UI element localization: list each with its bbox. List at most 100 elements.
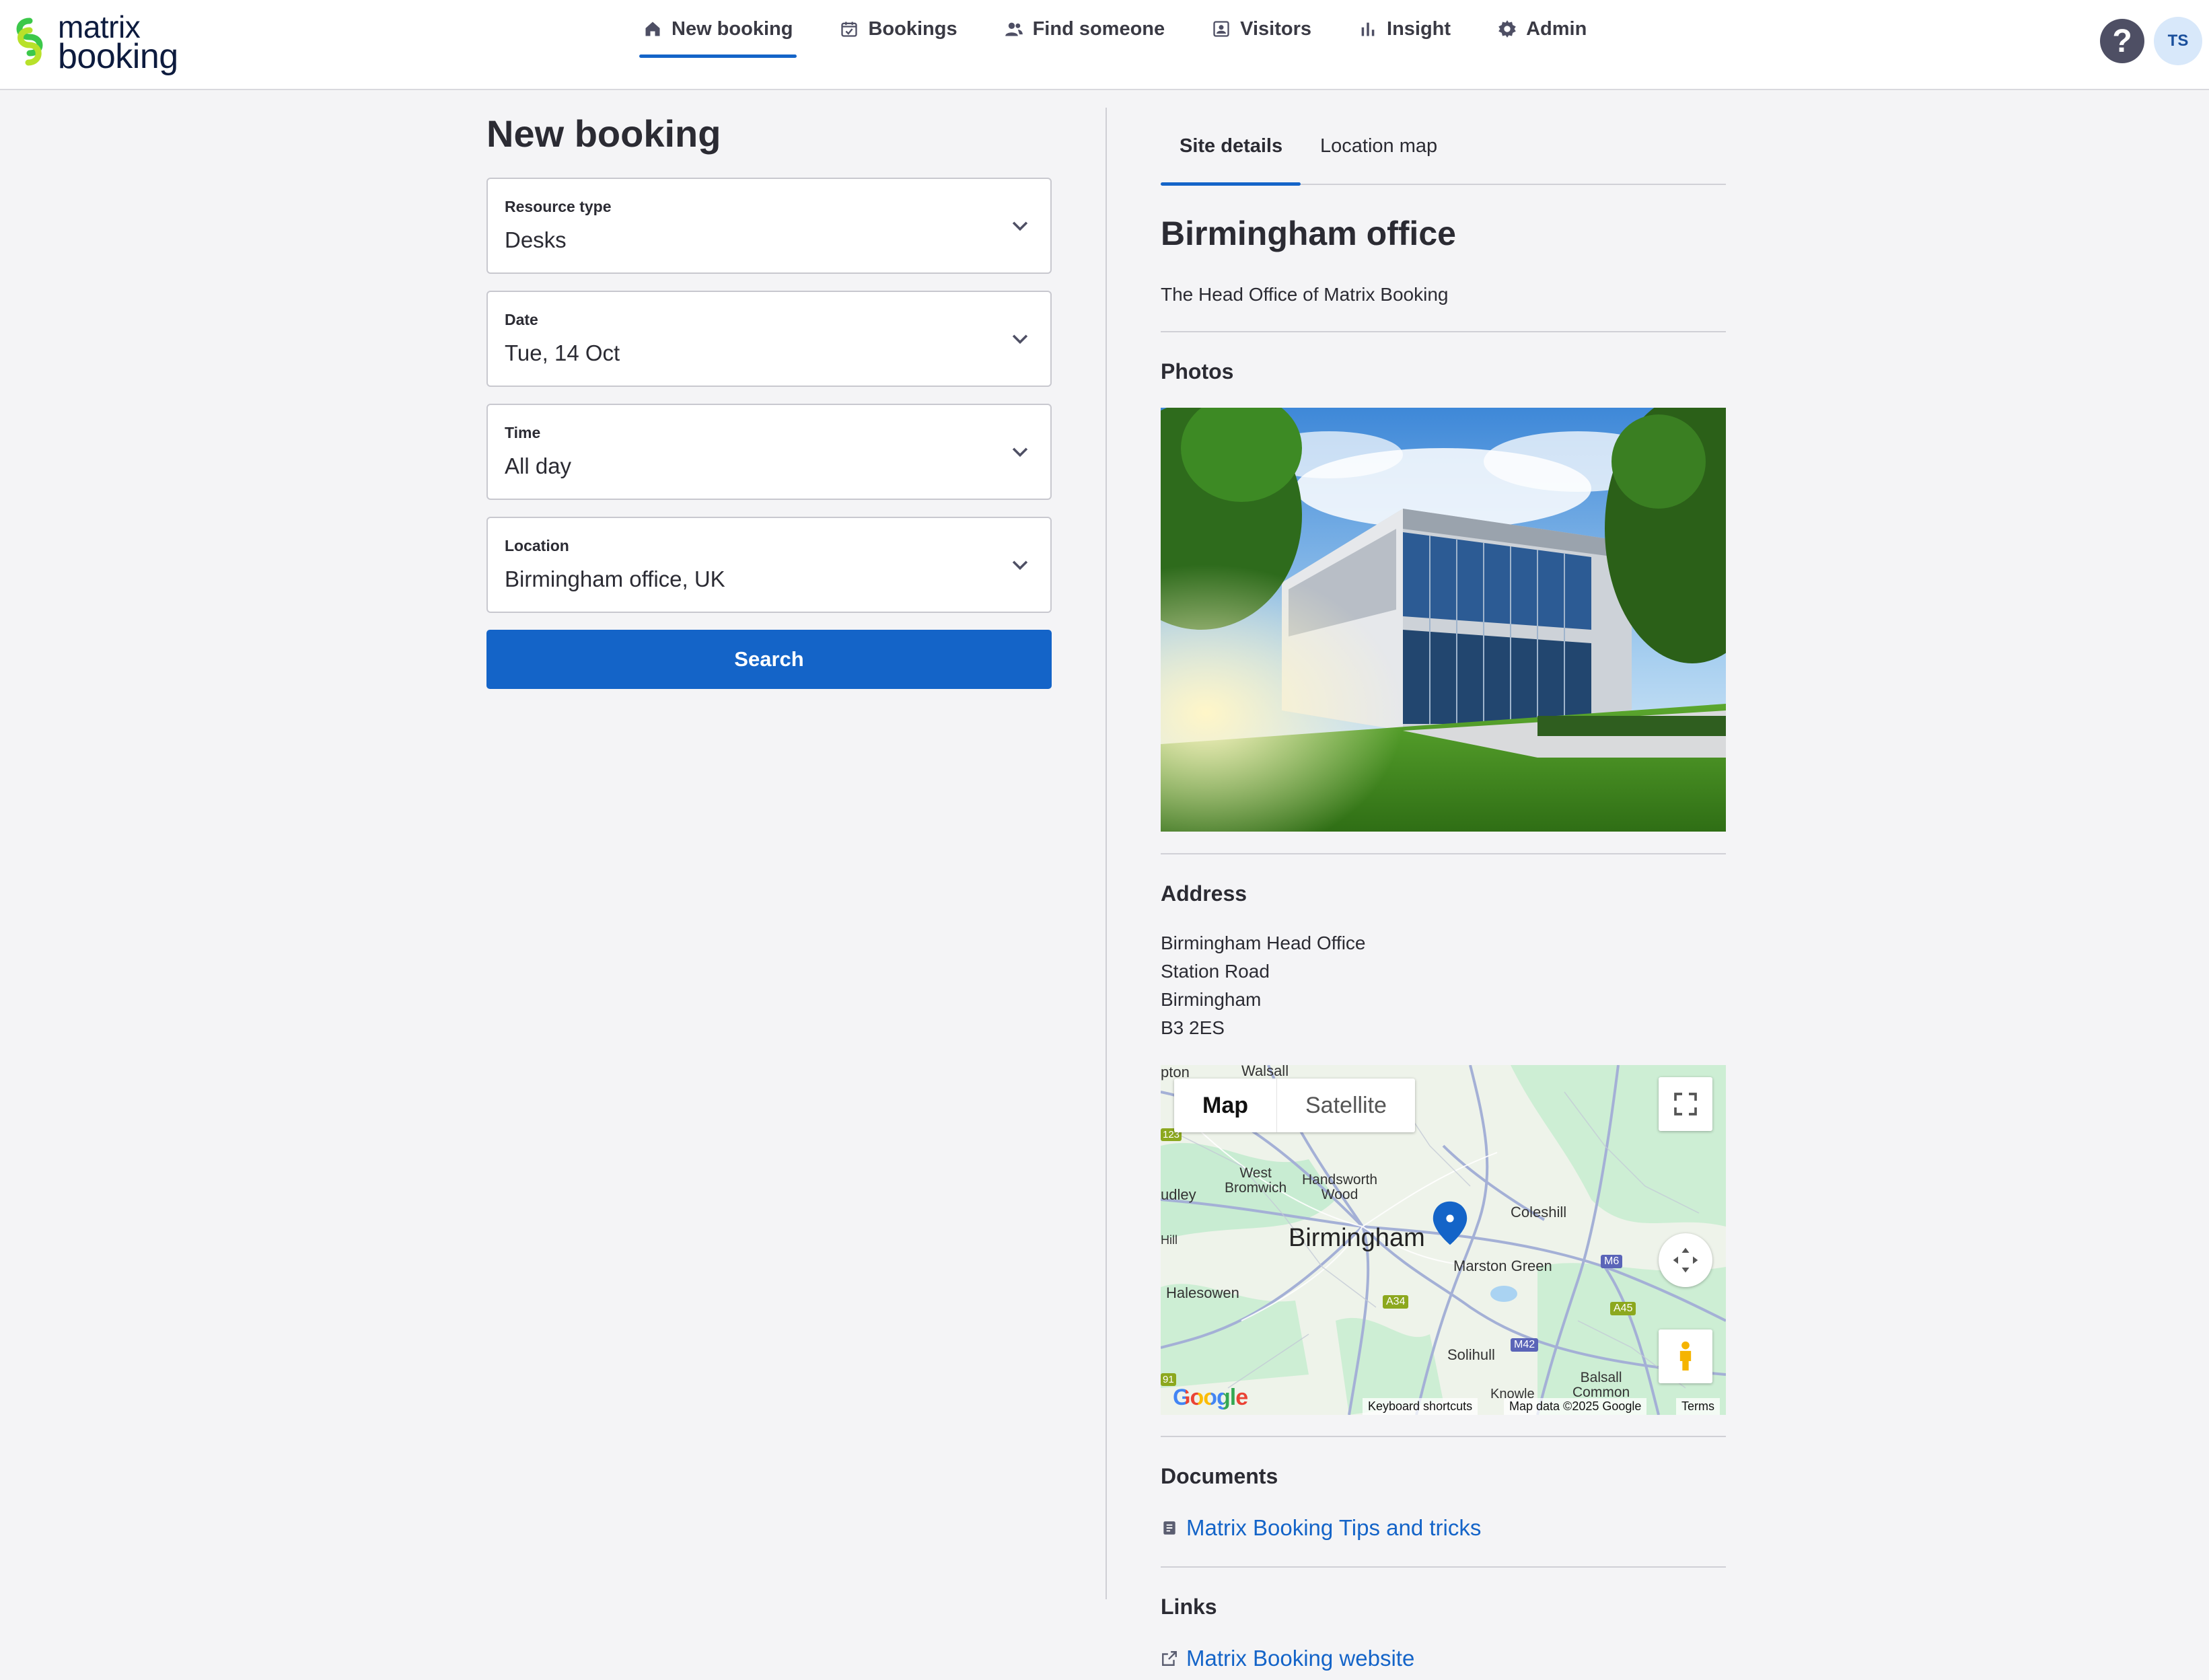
page-title: New booking [486, 112, 721, 155]
location-map[interactable]: pton Walsall West Bromwich Handsworth Wo… [1161, 1065, 1726, 1415]
resource-type-select[interactable]: Resource type Desks [486, 178, 1052, 274]
divider [1161, 1566, 1726, 1568]
office-building-photo[interactable] [1161, 408, 1726, 832]
field-value: Tue, 14 Oct [505, 340, 620, 365]
nav-find-someone[interactable]: Find someone [1001, 0, 1169, 58]
nav-label: Admin [1526, 17, 1587, 40]
matrix-booking-logo[interactable]: matrix booking [9, 11, 178, 76]
map-keyboard-shortcuts-link[interactable]: Keyboard shortcuts [1363, 1398, 1478, 1415]
map-label: Marston Green [1453, 1257, 1552, 1274]
divider [1161, 853, 1726, 854]
map-label: West Bromwich [1225, 1165, 1287, 1196]
main-nav: New booking Bookings Find someone Visito… [639, 0, 1630, 90]
map-label: Walsall [1241, 1065, 1289, 1079]
field-label: Date [505, 311, 538, 328]
map-type-toggle: Map Satellite [1174, 1079, 1415, 1132]
divider [1161, 331, 1726, 332]
field-label: Location [505, 537, 569, 554]
tab-site-details[interactable]: Site details [1180, 135, 1282, 157]
document-link-label: Matrix Booking Tips and tricks [1186, 1515, 1482, 1540]
site-tabs: Site details Location map [1161, 123, 1726, 186]
chevron-down-icon [1012, 447, 1028, 458]
field-label: Resource type [505, 198, 612, 215]
document-link[interactable]: Matrix Booking Tips and tricks [1161, 1515, 1481, 1541]
address-line: Station Road [1161, 961, 1270, 982]
website-link[interactable]: Matrix Booking website [1161, 1646, 1414, 1671]
people-icon [1005, 22, 1023, 36]
road-badge-a45: A45 [1610, 1302, 1636, 1315]
fullscreen-button[interactable] [1659, 1077, 1712, 1131]
external-link-icon [1162, 1651, 1177, 1666]
road-badge-a34: A34 [1383, 1295, 1409, 1309]
nav-label: Bookings [868, 17, 957, 40]
calendar-check-icon [841, 22, 858, 37]
site-title: Birmingham office [1161, 215, 1456, 252]
street-view-pegman[interactable] [1659, 1329, 1712, 1383]
documents-heading: Documents [1161, 1464, 1278, 1488]
site-description: The Head Office of Matrix Booking [1161, 284, 1449, 305]
chevron-down-icon [1012, 221, 1028, 231]
nav-visitors[interactable]: Visitors [1208, 0, 1315, 58]
map-data-attribution: Map data ©2025 Google [1504, 1398, 1647, 1415]
visitor-badge-icon [1213, 21, 1229, 37]
search-button[interactable]: Search [486, 630, 1052, 689]
field-value: Birmingham office, UK [505, 567, 725, 591]
tab-label: Site details [1180, 135, 1283, 157]
user-avatar[interactable]: TS [2154, 17, 2202, 65]
address-line: Birmingham Head Office [1161, 933, 1366, 953]
map-label: Coleshill [1511, 1204, 1567, 1220]
map-label: udley [1161, 1186, 1196, 1203]
map-pan-control[interactable] [1659, 1233, 1712, 1287]
address-line: Birmingham [1161, 989, 1262, 1010]
map-label: Hill [1161, 1233, 1178, 1247]
map-label: Birmingham [1289, 1224, 1425, 1252]
time-select[interactable]: Time All day [486, 404, 1052, 500]
address-heading: Address [1161, 881, 1247, 906]
pan-arrows-icon [1673, 1247, 1698, 1273]
nav-label: New booking [672, 17, 793, 40]
logo-mark-icon [16, 17, 43, 66]
google-logo: Google [1173, 1385, 1248, 1410]
bar-chart-icon [1361, 22, 1375, 36]
road-badge-m6: M6 [1601, 1255, 1623, 1268]
fullscreen-icon [1674, 1093, 1697, 1116]
links-heading: Links [1161, 1595, 1217, 1619]
nav-label: Visitors [1240, 17, 1312, 40]
field-value: Desks [505, 227, 567, 252]
tab-location-map[interactable]: Location map [1320, 135, 1437, 157]
map-type-map-button[interactable]: Map [1174, 1079, 1277, 1132]
field-label: Time [505, 424, 541, 441]
home-icon [645, 22, 660, 36]
nav-label: Insight [1387, 17, 1451, 40]
gear-icon [1498, 20, 1516, 38]
nav-bookings[interactable]: Bookings [836, 0, 961, 58]
chevron-down-icon [1012, 560, 1028, 571]
help-button[interactable]: ? [2100, 19, 2144, 63]
road-badge-m42: M42 [1511, 1338, 1539, 1352]
nav-insight[interactable]: Insight [1354, 0, 1455, 58]
map-label: Balsall Common [1572, 1370, 1630, 1400]
nav-admin[interactable]: Admin [1494, 0, 1591, 58]
active-tab-indicator [1161, 182, 1301, 186]
document-icon [1163, 1521, 1175, 1535]
map-terms-link[interactable]: Terms [1676, 1398, 1720, 1415]
map-label: Solihull [1447, 1346, 1495, 1363]
logo-text-line2: booking [58, 37, 178, 76]
tab-label: Location map [1320, 135, 1438, 157]
nav-new-booking[interactable]: New booking [639, 0, 797, 58]
column-divider [1106, 108, 1107, 1599]
date-select[interactable]: Date Tue, 14 Oct [486, 291, 1052, 387]
nav-label: Find someone [1032, 17, 1165, 40]
field-value: All day [505, 453, 572, 478]
map-label: Halesowen [1166, 1284, 1239, 1301]
website-link-label: Matrix Booking website [1186, 1646, 1415, 1671]
photos-heading: Photos [1161, 359, 1234, 384]
location-pin-icon[interactable] [1431, 1200, 1469, 1247]
map-type-satellite-button[interactable]: Satellite [1277, 1079, 1415, 1132]
chevron-down-icon [1012, 334, 1028, 344]
location-select[interactable]: Location Birmingham office, UK [486, 517, 1052, 613]
address-line: B3 2ES [1161, 1017, 1225, 1038]
map-label: Handsworth Wood [1302, 1172, 1378, 1202]
pegman-icon [1679, 1341, 1692, 1371]
divider [1161, 1436, 1726, 1437]
